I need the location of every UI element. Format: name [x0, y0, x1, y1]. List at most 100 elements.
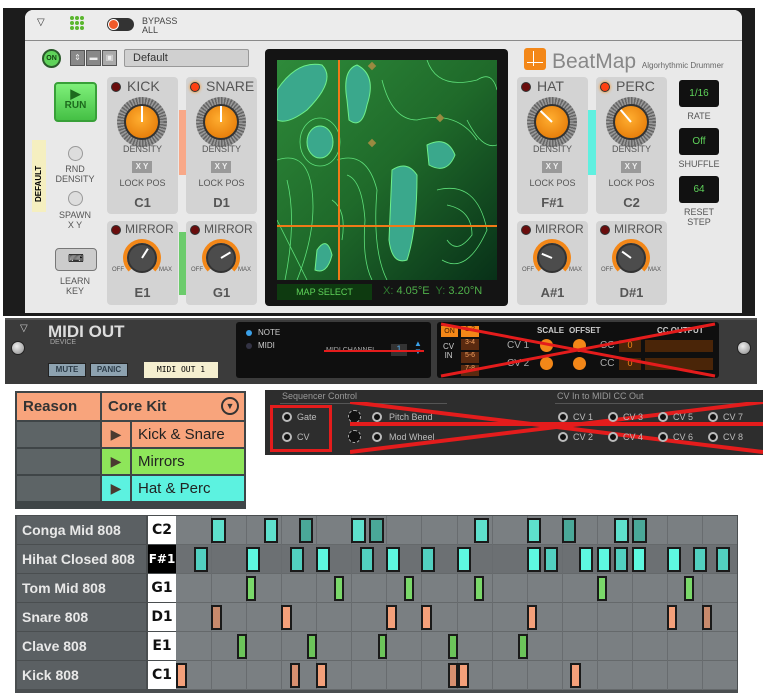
midi-note[interactable] [421, 605, 432, 630]
midi-note[interactable] [368, 518, 384, 543]
spawn-xy-button[interactable] [68, 191, 83, 206]
cv-in-jack[interactable] [708, 432, 718, 442]
midi-note[interactable] [456, 547, 471, 572]
cv-in-jack[interactable] [708, 412, 718, 422]
perc-mirror-knob[interactable] [616, 243, 646, 273]
panic-button[interactable]: PANIC [90, 363, 128, 377]
midi-note[interactable] [289, 663, 301, 688]
midi-note[interactable] [421, 547, 436, 572]
snare-mirror-led[interactable] [190, 225, 200, 235]
fold-triangle-icon[interactable]: ▽ [37, 17, 45, 28]
perc-xy-lock-button[interactable]: X Y [621, 161, 641, 173]
kick-xy-lock-button[interactable]: X Y [132, 161, 152, 173]
map-select-button[interactable]: MAP SELECT [277, 284, 372, 300]
snare-mirror-knob[interactable] [206, 243, 236, 273]
on-button[interactable]: ON [42, 49, 61, 68]
midi-note[interactable] [386, 605, 397, 630]
mute-button[interactable]: MUTE [48, 363, 86, 377]
cv-in-jack[interactable] [658, 432, 668, 442]
play-clip-icon[interactable]: ▶ [102, 449, 130, 474]
hat-xy-lock-button[interactable]: X Y [542, 161, 562, 173]
hat-mirror-led[interactable] [521, 225, 531, 235]
midi-note[interactable] [377, 634, 388, 659]
rnd-density-button[interactable] [68, 146, 83, 161]
hat-mirror-knob[interactable] [537, 243, 567, 273]
preset-name-field[interactable]: Default [124, 49, 249, 67]
midi-note[interactable] [596, 576, 607, 601]
midi-note[interactable] [715, 547, 730, 572]
midi-note[interactable] [246, 547, 261, 572]
kick-led[interactable] [111, 82, 121, 92]
reset-step-display[interactable]: 64 [679, 176, 719, 203]
cv-in-jack[interactable] [608, 412, 618, 422]
table-header-core-kit[interactable]: Core Kit ▼ [102, 393, 244, 420]
kick-mirror-led[interactable] [111, 225, 121, 235]
midi-note[interactable] [211, 518, 226, 543]
play-clip-icon[interactable]: ▶ [102, 476, 130, 501]
preset-up-down-button[interactable]: ⇕ [70, 50, 85, 66]
midi-note[interactable] [211, 605, 222, 630]
note-led[interactable] [246, 330, 252, 336]
snare-xy-lock-button[interactable]: X Y [211, 161, 231, 173]
learn-key-button[interactable]: ⌨ [55, 248, 97, 271]
midi-note[interactable] [693, 547, 708, 572]
midi-note[interactable] [176, 663, 187, 688]
midi-note[interactable] [403, 576, 414, 601]
kick-mirror-knob[interactable] [127, 243, 157, 273]
midi-note[interactable] [316, 663, 327, 688]
midi-note[interactable] [447, 634, 458, 659]
midi-note[interactable] [307, 634, 318, 659]
midi-note[interactable] [298, 518, 314, 543]
midi-note[interactable] [246, 576, 256, 601]
run-button[interactable]: ▶ RUN [54, 82, 97, 122]
midi-note[interactable] [289, 547, 304, 572]
midi-note[interactable] [263, 518, 279, 543]
midi-note[interactable] [544, 547, 559, 572]
midi-note[interactable] [666, 547, 681, 572]
note-lane[interactable] [176, 545, 737, 574]
note-lane[interactable] [176, 516, 737, 545]
snare-density-knob[interactable] [196, 97, 246, 147]
note-lane[interactable] [176, 603, 737, 632]
midi-channel-spinner[interactable]: ▲▼ [414, 340, 422, 356]
midi-note[interactable] [193, 547, 208, 572]
midi-note[interactable] [458, 663, 469, 688]
midi-note[interactable] [614, 518, 629, 543]
snare-led[interactable] [190, 82, 200, 92]
midi-note[interactable] [474, 518, 489, 543]
perc-mirror-led[interactable] [600, 225, 610, 235]
midi-note[interactable] [281, 605, 292, 630]
midi-note[interactable] [526, 518, 542, 543]
hat-led[interactable] [521, 82, 531, 92]
midi-note[interactable] [316, 547, 331, 572]
hat-density-knob[interactable] [527, 97, 577, 147]
kit-row-3[interactable]: Hat & Perc [132, 476, 244, 501]
midi-note[interactable] [474, 576, 484, 601]
play-clip-icon[interactable]: ▶ [102, 422, 130, 447]
midi-note[interactable] [333, 576, 344, 601]
midi-note[interactable] [386, 547, 401, 572]
note-lane[interactable] [176, 632, 737, 661]
midi-note[interactable] [526, 605, 538, 630]
midi-note[interactable] [614, 547, 629, 572]
midi-note[interactable] [237, 634, 248, 659]
shuffle-display[interactable]: Off [679, 128, 719, 155]
note-lane[interactable] [176, 661, 737, 690]
midi-note[interactable] [526, 547, 541, 572]
midi-note[interactable] [517, 634, 528, 659]
midi-note[interactable] [596, 547, 611, 572]
cv-in-jack[interactable] [558, 432, 568, 442]
perc-led[interactable] [600, 82, 610, 92]
rate-display[interactable]: 1/16 [679, 80, 719, 107]
midi-note[interactable] [579, 547, 594, 572]
midi-note[interactable] [570, 663, 581, 688]
device-name-tape[interactable]: MIDI OUT 1 [144, 362, 218, 378]
preset-folder-icon[interactable]: ▬ [86, 50, 101, 66]
bypass-toggle[interactable] [107, 18, 134, 31]
preset-save-icon[interactable]: ▣ [102, 50, 117, 66]
midi-note[interactable] [701, 605, 713, 630]
note-lane[interactable] [176, 574, 737, 603]
cv-in-jack[interactable] [608, 432, 618, 442]
terrain-map[interactable] [277, 60, 497, 280]
dropdown-chevron-icon[interactable]: ▼ [221, 397, 239, 415]
